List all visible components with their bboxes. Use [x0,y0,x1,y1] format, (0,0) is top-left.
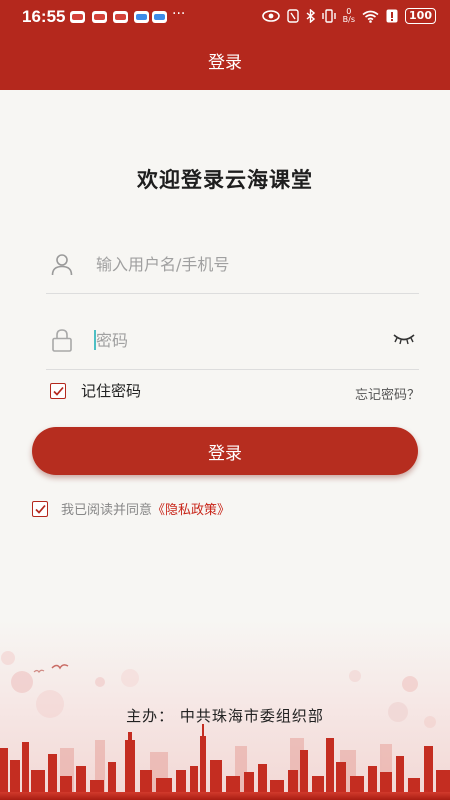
app-notification-icon [92,11,107,23]
nfc-icon [286,9,299,23]
message-notification-icon [152,11,167,23]
wifi-icon [362,10,379,23]
agreement-text: 我已阅读并同意《隐私政策》 [61,499,230,518]
password-input[interactable] [96,328,376,352]
game-notification-icon [134,11,149,23]
nav-bar: 登录 [0,36,450,90]
privacy-policy-link[interactable]: 《隐私政策》 [152,503,230,518]
battery-indicator: 100 [405,8,436,24]
remember-password-row[interactable]: 记住密码 [50,380,141,401]
welcome-heading: 欢迎登录云海课堂 [137,168,313,192]
alert-icon [386,9,398,23]
eye-closed-icon[interactable] [393,332,415,346]
lock-icon [52,329,72,352]
network-speed: 0 B/s [342,7,356,24]
privacy-agreement-checkbox[interactable] [32,500,48,517]
remember-password-checkbox[interactable] [50,382,66,399]
username-input[interactable] [96,252,376,276]
login-button[interactable]: 登录 [32,427,418,475]
forgot-password-link[interactable]: 忘记密码？ [355,384,420,403]
user-icon [51,254,73,276]
privacy-agreement-row: 我已阅读并同意《隐私政策》 [32,499,230,518]
eye-comfort-icon [261,10,280,22]
more-notifications-icon: ··· [172,6,186,22]
page-title: 登录 [208,53,242,73]
status-time: 16:55 [22,7,66,26]
vibrate-icon [321,9,336,23]
password-field [46,310,419,370]
agreement-prefix: 我已阅读并同意 [61,503,153,518]
app-notification-icon [70,11,85,23]
bluetooth-icon [306,9,315,23]
app-notification-icon [113,11,128,23]
username-field [46,234,419,294]
check-icon [53,386,64,396]
check-icon [35,504,46,514]
sponsor-text: 主办： 中共珠海市委组织部 [126,707,324,725]
status-bar: 16:55 ··· 0 B/s 100 [0,0,450,36]
remember-password-label: 记住密码 [81,382,142,400]
